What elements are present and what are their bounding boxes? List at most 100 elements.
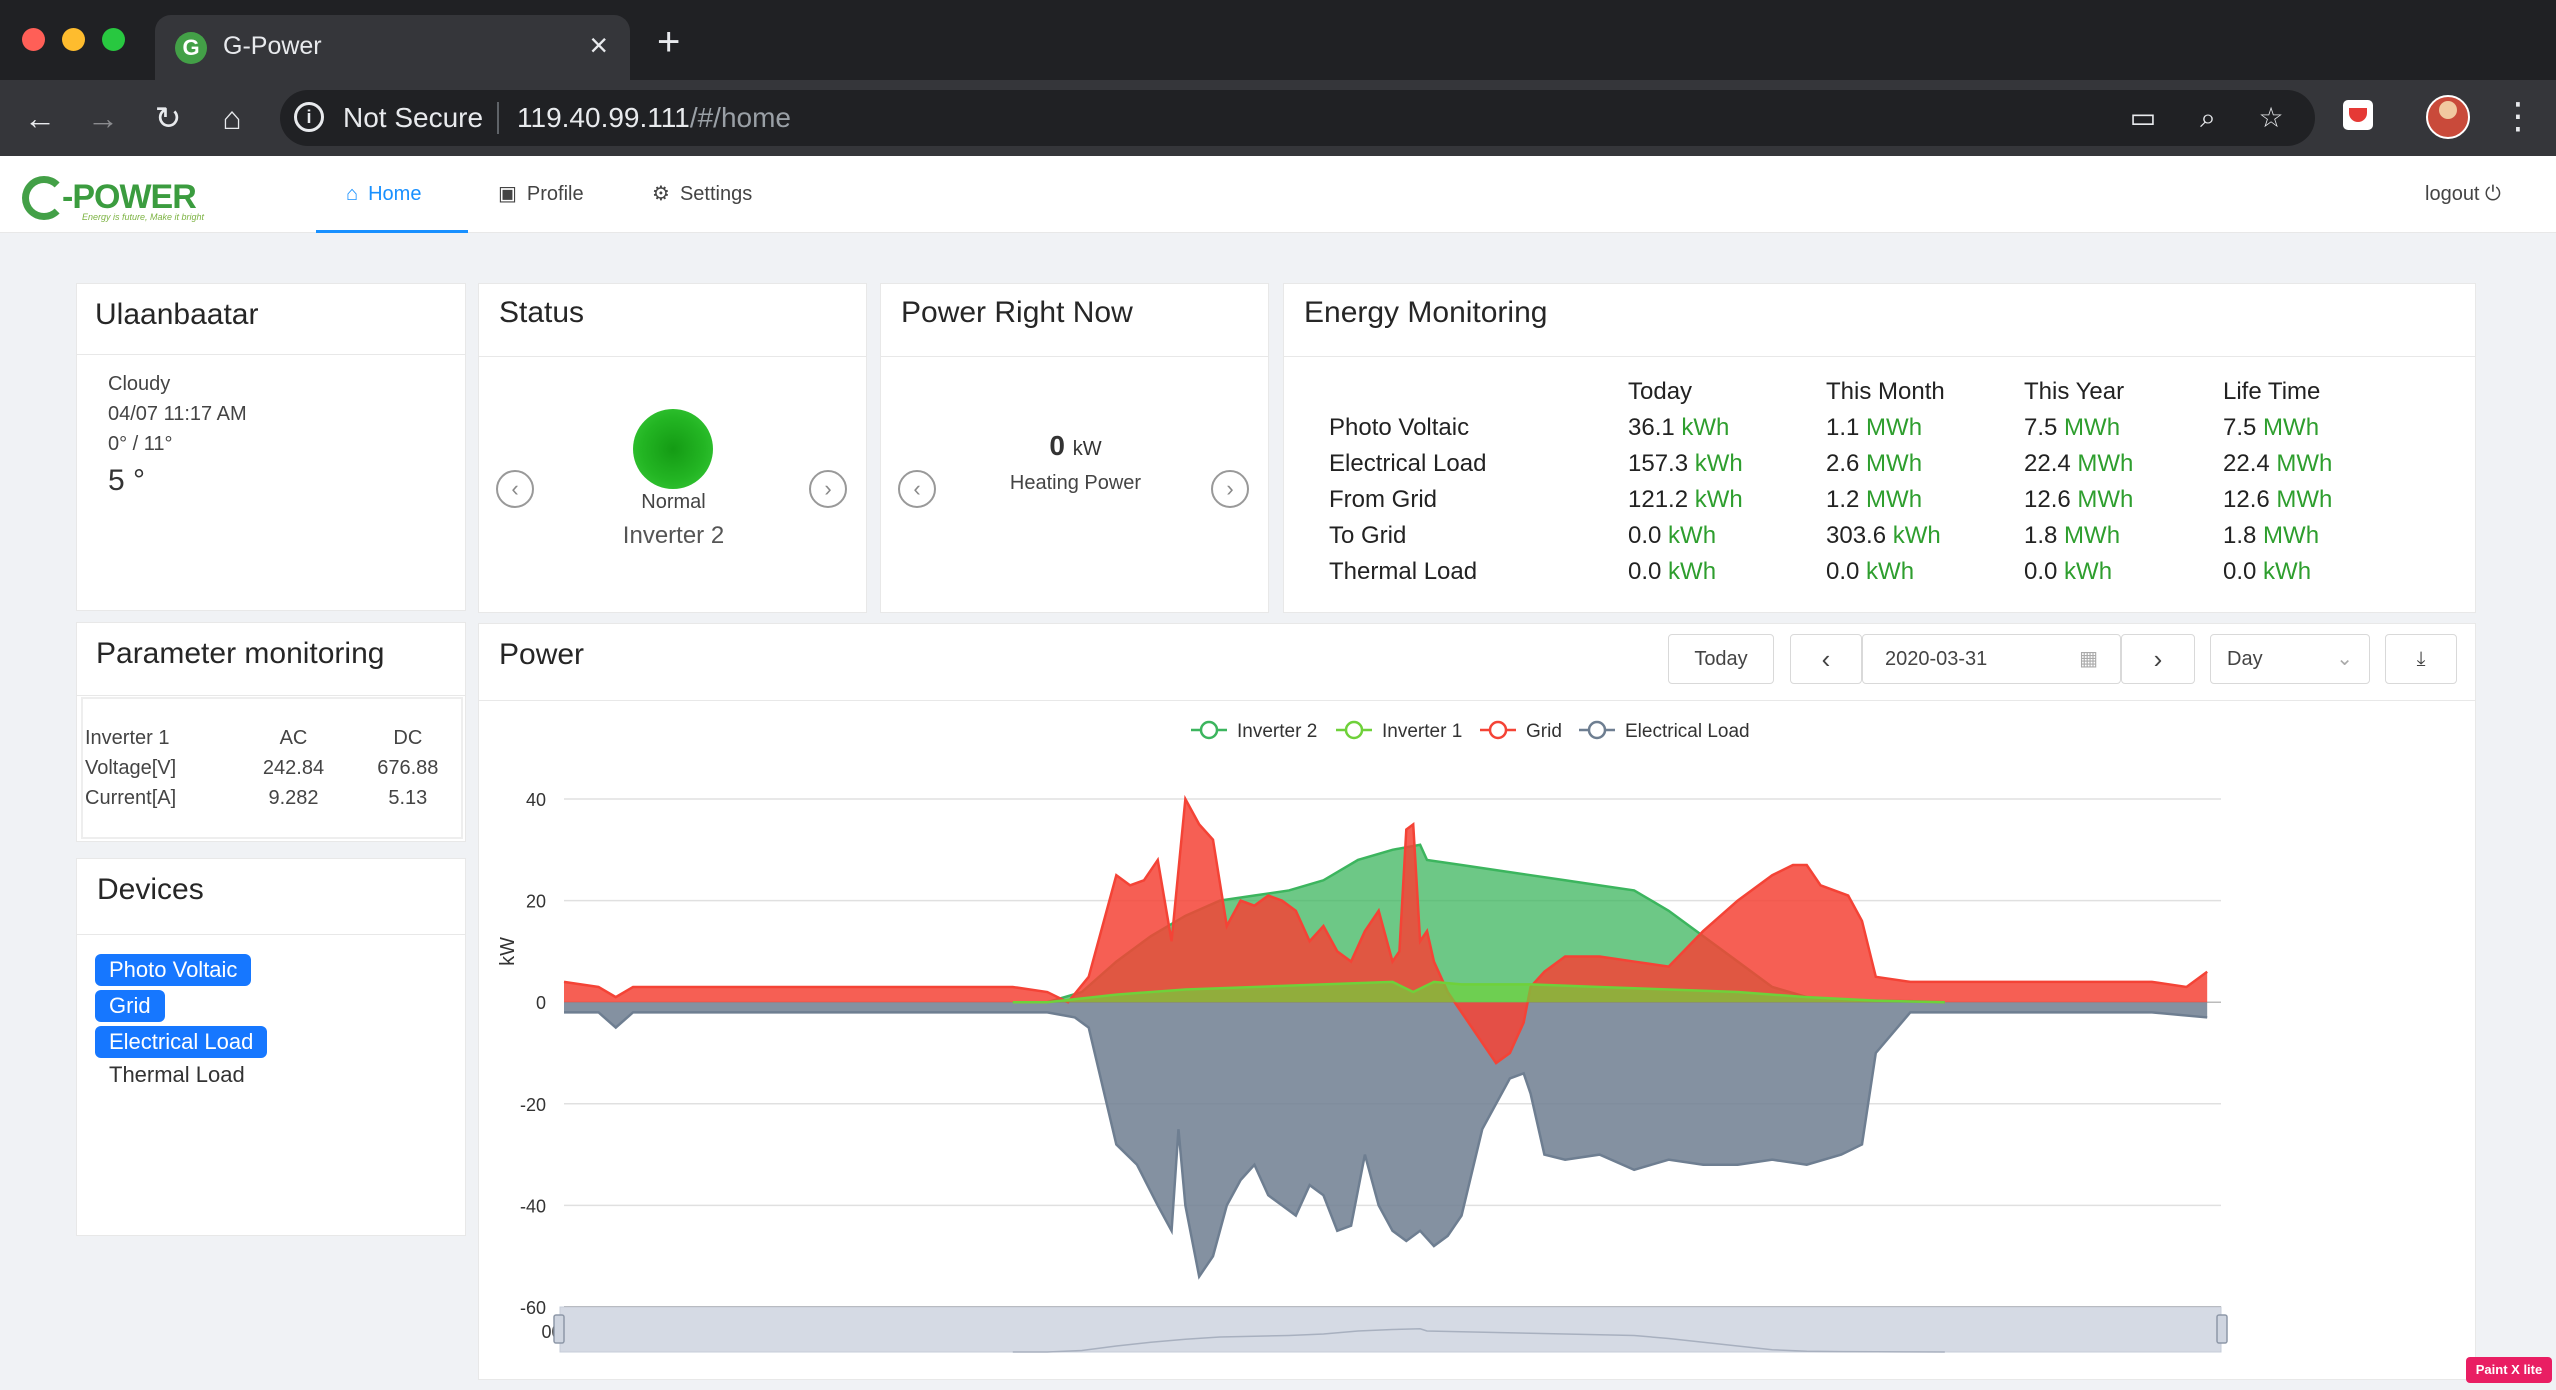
maximize-window-button[interactable] [102,28,125,51]
energy-header-row: Today This Month This Year Life Time [1329,374,2423,410]
nav-settings-label: Settings [679,183,753,205]
close-window-button[interactable] [22,28,45,51]
y-tick-label: 40 [526,790,546,810]
extension-pocket-icon[interactable] [2343,100,2373,130]
power-now-reading: 0 kW [881,430,1270,462]
address-bar[interactable]: i Not Secure 119.40.99.111/#/home ▭ ⌕ ☆ [280,90,2315,146]
legend-label: Grid [1526,721,1562,742]
energy-cell: 121.2 kWh [1628,486,1743,513]
series-area-electrical-load [564,1002,2208,1277]
date-value: 2020-03-31 [1885,648,1988,670]
power-chart: Inverter 2 Inverter 1 Grid Electrical Load … [497,720,2228,1353]
legend-marker [1344,720,1364,740]
download-button[interactable]: ⤓ [2385,634,2457,684]
weather-range: 0° / 11° [108,433,173,455]
new-tab-icon[interactable]: + [657,22,680,62]
energy-row-name: To Grid [1329,522,1407,549]
period-select[interactable]: Day ⌄ [2210,634,2370,684]
energy-row-name: Thermal Load [1329,558,1478,585]
param-header-ac: AC [279,726,308,749]
data-zoom-slider[interactable] [553,1306,2228,1353]
table-row: Electrical Load 157.3 kWh 2.6 MWh 22.4 MWh 2… [1329,446,2423,482]
chart-legend: Inverter 2 Inverter 1 Grid Electrical Load [1191,720,1750,742]
y-tick-label: -40 [520,1196,546,1216]
device-tag-photo-voltaic[interactable]: Photo Voltaic [95,954,252,986]
card-divider [1284,356,2475,357]
nav-home-label: Home [368,183,422,205]
energy-cell: 1.8 MWh [2223,522,2320,549]
nav-profile[interactable]: ▣ Profile [498,156,584,233]
power-chart-card: Power Today ‹ 2020-03-31 ▦ › Day ⌄ ⤓ Inver… [478,623,2476,1380]
energy-cell: 0.0 kWh [1628,522,1717,549]
zoom-icon[interactable]: ⌕ [2190,100,2226,136]
browser-tab[interactable]: G G-Power × [155,15,630,80]
device-tag-electrical-load[interactable]: Electrical Load [95,1026,268,1058]
energy-col-lifetime: Life Time [2223,378,2321,405]
param-header-name: Inverter 1 [85,726,170,749]
gpower-logo[interactable]: -POWER Energy is future, Make it bright [22,176,212,222]
param-label: Current[A] [85,786,177,809]
profile-card-icon: ▣ [498,183,517,205]
status-indicator-icon [633,409,713,489]
energy-cell: 12.6 MWh [2223,486,2333,513]
energy-title: Energy Monitoring [1304,296,1548,329]
forward-arrow-icon[interactable]: → [85,100,121,136]
logo-g-icon [22,176,66,220]
card-divider [479,356,866,357]
energy-cell: 1.2 MWh [1826,486,1923,513]
energy-cell: 12.6 MWh [2024,486,2134,513]
power-now-prev-button[interactable]: ‹ [898,470,936,508]
energy-cell: 0.0 kWh [1628,558,1717,585]
energy-cell: 22.4 MWh [2024,450,2134,477]
logout-button[interactable]: logout ⏻ [2425,156,2501,233]
url-text[interactable]: 119.40.99.111/#/home [517,102,791,134]
back-arrow-icon[interactable]: ← [22,100,58,136]
energy-row-name: Photo Voltaic [1329,414,1470,441]
y-tick-label: 20 [526,892,546,912]
status-next-button[interactable]: › [809,470,847,508]
close-tab-icon[interactable]: × [589,27,608,64]
parameter-monitoring-card: Parameter monitoring Inverter 1 AC DC Volt… [76,622,466,842]
bookmark-star-icon[interactable]: ☆ [2253,100,2289,136]
slider-left-handle [553,1314,565,1344]
nav-settings[interactable]: ⚙ Settings [652,156,752,233]
gear-icon: ⚙ [652,183,670,205]
device-tag-thermal-load[interactable]: Thermal Load [109,1062,245,1088]
gpower-favicon-icon: G [175,32,207,64]
power-now-next-button[interactable]: › [1211,470,1249,508]
status-title: Status [499,296,585,329]
prev-date-button[interactable]: ‹ [1790,634,1862,684]
table-row: Voltage[V] 242.84 676.88 [85,753,465,783]
energy-col-today: Today [1628,378,1693,405]
param-value: 676.88 [377,756,439,779]
table-row: Inverter 1 AC DC [85,723,465,753]
energy-table: Today This Month This Year Life Time Pho… [1329,374,2423,590]
next-date-button[interactable]: › [2121,634,2195,684]
info-icon[interactable]: i [294,102,324,132]
energy-col-year: This Year [2024,378,2125,405]
card-divider [77,354,465,355]
power-now-value: 0 [1049,430,1065,461]
param-value: 9.282 [268,786,319,809]
power-title: Power [499,638,585,671]
date-picker[interactable]: 2020-03-31 ▦ [1862,634,2121,684]
nav-home[interactable]: ⌂ Home [346,156,421,233]
home-icon[interactable]: ⌂ [214,100,250,136]
table-row: To Grid 0.0 kWh 303.6 kWh 1.8 MWh 1.8 MWh [1329,518,2423,554]
today-button[interactable]: Today [1668,634,1774,684]
browser-menu-icon[interactable]: ⋮ [2500,96,2536,136]
slider-right-handle [2216,1314,2228,1344]
browser-toolbar: ← → ↻ ⌂ i Not Secure 119.40.99.111/#/hom… [0,80,2556,156]
device-tag-grid[interactable]: Grid [95,990,165,1022]
y-axis: 40 20 0 -20 -40 -60 [520,790,546,1318]
status-prev-button[interactable]: ‹ [496,470,534,508]
energy-monitoring-card: Energy Monitoring Today This Month This … [1283,283,2476,613]
profile-avatar[interactable] [2426,95,2470,139]
energy-cell: 157.3 kWh [1628,450,1743,477]
minimize-window-button[interactable] [62,28,85,51]
tab-title: G-Power [223,32,322,60]
reload-icon[interactable]: ↻ [150,100,186,136]
cast-icon[interactable]: ▭ [2125,100,2161,136]
parameter-table: Inverter 1 AC DC Voltage[V] 242.84 676.88 Cu… [85,723,465,813]
url-host: 119.40.99.111 [517,102,690,133]
